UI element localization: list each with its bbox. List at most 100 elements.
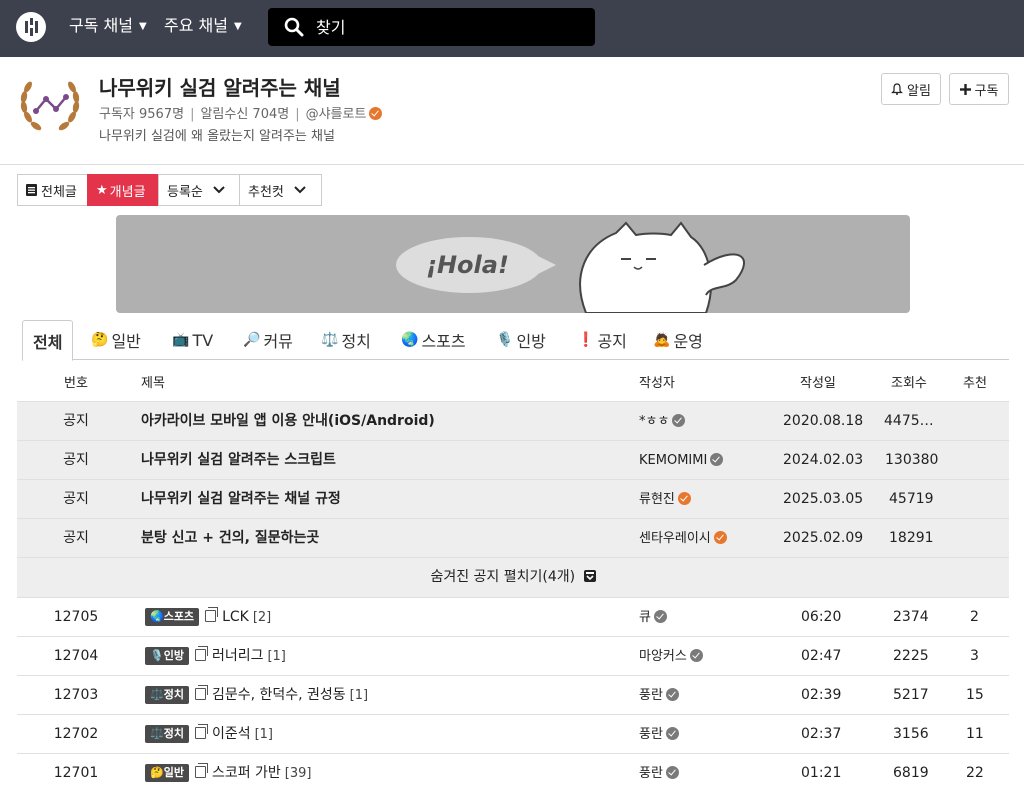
- notice-row[interactable]: 공지 분탕 신고 + 건의, 질문하는곳 센타우레이시 2025.02.09 1…: [17, 518, 1009, 557]
- verified-icon: [665, 727, 679, 740]
- post-row[interactable]: 12705 🌏스포츠 LCK [2] 큐 06:20 2374 2: [17, 597, 1009, 636]
- post-author[interactable]: 풍란: [639, 725, 679, 744]
- expand-hidden-notices[interactable]: 숨겨진 공지 펼치기(4개): [17, 557, 1009, 597]
- post-title-cell[interactable]: 🤔일반 스코퍼 가반 [39]: [145, 763, 312, 783]
- post-author[interactable]: 큐: [639, 608, 667, 627]
- post-author[interactable]: 마앙커스: [639, 647, 703, 666]
- channel-title: 나무위키 실검 알려주는 채널: [99, 76, 341, 100]
- tab-label: 운영: [673, 332, 703, 351]
- author-name: 풍란: [639, 727, 663, 742]
- post-title[interactable]: 이준석: [212, 726, 251, 742]
- main-channels-menu[interactable]: 주요 채널 ▼: [164, 14, 242, 39]
- post-title[interactable]: 아카라이브 모바일 앱 이용 안내(iOS/Android): [141, 412, 435, 431]
- best-posts-button[interactable]: ★ 개념글: [87, 174, 159, 206]
- caret-down-icon: ▼: [138, 21, 147, 32]
- search-icon[interactable]: [284, 17, 304, 37]
- post-row[interactable]: 12704 🎙️인방 러너리그 [1] 마앙커스 02:47 2225 3: [17, 636, 1009, 675]
- author-name: 류현진: [639, 492, 675, 507]
- verified-icon: [653, 610, 667, 623]
- tab-operation[interactable]: 🙇 운영: [653, 320, 703, 360]
- tab-politics[interactable]: ⚖️ 정치: [321, 320, 371, 360]
- tab-community[interactable]: 🔎 커뮤: [243, 320, 293, 360]
- post-author[interactable]: 풍란: [639, 764, 679, 783]
- author-name: KEMOMIMI: [639, 453, 708, 468]
- post-author[interactable]: *ㅎㅎ: [639, 412, 686, 431]
- post-views: 4475…: [884, 413, 934, 429]
- tv-icon: 📺: [172, 332, 190, 348]
- post-title[interactable]: 김문수, 한덕수, 권성동: [212, 687, 346, 703]
- tab-label: TV: [192, 330, 214, 350]
- channel-banner[interactable]: ¡Hola!: [116, 215, 910, 313]
- verified-icon: [672, 414, 686, 427]
- post-date: 2025.02.09: [783, 530, 864, 546]
- category-badge: 🤔일반: [145, 764, 189, 782]
- banner-text: ¡Hola!: [426, 251, 509, 279]
- all-posts-button[interactable]: 전체글: [17, 174, 88, 206]
- post-row[interactable]: 12703 ⚖️정치 김문수, 한덕수, 권성동 [1] 풍란 02:39 5217…: [17, 675, 1009, 714]
- author-name: 풍란: [639, 766, 663, 781]
- plus-icon: [959, 83, 971, 95]
- tab-sports[interactable]: 🌏 스포츠: [401, 320, 466, 360]
- channel-header: 나무위키 실검 알려주는 채널 구독자 9567명 | 알림수신 704명 | @샤를로…: [0, 57, 1024, 165]
- search-input[interactable]: [316, 15, 576, 39]
- channel-owner[interactable]: @샤를로트: [306, 107, 367, 122]
- post-number: 12702: [53, 726, 99, 742]
- post-title-cell[interactable]: 🌏스포츠 LCK [2]: [145, 607, 271, 627]
- post-title[interactable]: 스코퍼 가반: [212, 765, 281, 781]
- post-row[interactable]: 12701 🤔일반 스코퍼 가반 [39] 풍란 01:21 6819 22: [17, 753, 1009, 791]
- post-title[interactable]: 분탕 신고 + 건의, 질문하는곳: [141, 529, 319, 548]
- tab-streaming[interactable]: 🎙️ 인방: [496, 320, 546, 360]
- scales-icon: ⚖️: [321, 332, 339, 348]
- channel-meta: 구독자 9567명 | 알림수신 704명 | @샤를로트: [99, 105, 383, 125]
- filter-label: 개념글: [109, 184, 146, 200]
- tab-notice[interactable]: ❗ 공지: [577, 320, 627, 360]
- author-name: 마앙커스: [639, 649, 687, 664]
- post-author[interactable]: 류현진: [639, 490, 691, 509]
- subscribed-channels-menu[interactable]: 구독 채널 ▼: [69, 14, 147, 39]
- verified-icon: [689, 649, 703, 662]
- subscribe-button[interactable]: 구독: [949, 73, 1009, 105]
- post-row[interactable]: 12702 ⚖️정치 이준석 [1] 풍란 02:37 3156 11: [17, 714, 1009, 753]
- menu-label: 주요 채널: [164, 16, 228, 35]
- banner-illustration: ¡Hola!: [396, 221, 745, 313]
- recommend-cut-dropdown[interactable]: 추천컷: [239, 174, 322, 206]
- notice-tag: 공지: [63, 452, 89, 468]
- notice-row[interactable]: 공지 나무위키 실검 알려주는 스크립트 KEMOMIMI 2024.02.03…: [17, 440, 1009, 479]
- comment-count: [39]: [284, 766, 312, 781]
- post-author[interactable]: 센타우레이시: [639, 529, 727, 548]
- notify-count: 알림수신 704명: [200, 107, 290, 122]
- notice-row[interactable]: 공지 아카라이브 모바일 앱 이용 안내(iOS/Android) *ㅎㅎ 20…: [17, 401, 1009, 440]
- post-title-cell[interactable]: ⚖️정치 이준석 [1]: [145, 724, 273, 744]
- post-title-cell[interactable]: ⚖️정치 김문수, 한덕수, 권성동 [1]: [145, 685, 368, 705]
- sort-label: 등록순: [167, 184, 203, 200]
- magnifier-icon: 🔎: [243, 332, 261, 348]
- post-number: 12703: [53, 687, 99, 703]
- tab-general[interactable]: 🤔 일반: [91, 320, 141, 360]
- tab-tv[interactable]: 📺 TV: [172, 320, 213, 360]
- post-title[interactable]: 러너리그: [212, 648, 264, 664]
- thinking-face-icon: 🤔: [91, 332, 109, 348]
- post-title[interactable]: 나무위키 실검 알려주는 채널 규정: [141, 490, 341, 509]
- category-badge: 🎙️인방: [145, 647, 189, 665]
- category-tabs: 전체 🤔 일반 📺 TV 🔎 커뮤 ⚖️ 정치 🌏 스포츠 🎙️ 인방 ❗ 공지 🙇 운영: [22, 320, 1009, 361]
- tab-label: 커뮤: [263, 332, 293, 351]
- post-views: 18291: [889, 530, 934, 546]
- verified-icon: [665, 688, 679, 701]
- post-author[interactable]: 풍란: [639, 686, 679, 705]
- post-title-cell[interactable]: 🎙️인방 러너리그 [1]: [145, 646, 286, 666]
- tab-all[interactable]: 전체: [22, 320, 74, 361]
- col-no: 번호: [64, 376, 88, 391]
- post-date: 06:20: [801, 609, 842, 625]
- arca-logo-icon[interactable]: [16, 12, 46, 42]
- col-title: 제목: [141, 376, 165, 391]
- search-box[interactable]: [268, 8, 595, 46]
- microphone-icon: 🎙️: [496, 332, 514, 348]
- post-title[interactable]: 나무위키 실검 알려주는 스크립트: [141, 451, 336, 470]
- post-author[interactable]: KEMOMIMI: [639, 451, 724, 470]
- post-title[interactable]: LCK: [222, 609, 249, 625]
- notice-row[interactable]: 공지 나무위키 실검 알려주는 채널 규정 류현진 2025.03.05 457…: [17, 479, 1009, 518]
- sort-dropdown[interactable]: 등록순: [158, 174, 240, 206]
- alert-button[interactable]: 알림: [881, 73, 941, 105]
- category-badge: ⚖️정치: [145, 725, 189, 743]
- post-date: 02:37: [801, 726, 842, 742]
